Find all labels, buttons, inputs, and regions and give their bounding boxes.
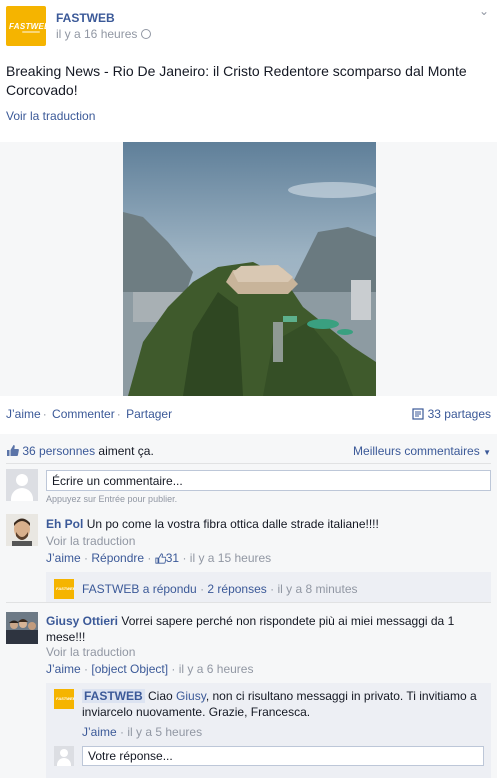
reply-author-link[interactable]: FASTWEB	[82, 689, 145, 703]
likes-summary: 36 personnes aiment ça.	[6, 444, 154, 458]
likes-suffix: aiment ça.	[98, 444, 154, 458]
comment-post-button[interactable]: Commenter	[52, 407, 115, 421]
logo-text: FASTWEB	[9, 22, 46, 31]
thumbs-up-icon	[155, 553, 166, 564]
see-translation-link[interactable]: Voir la traduction	[6, 109, 95, 123]
comment-like-count[interactable]: 31	[155, 551, 179, 565]
comment-input[interactable]	[46, 470, 491, 491]
see-translation-link[interactable]: Voir la traduction	[46, 534, 135, 548]
logo-text-small: FASTWEB	[56, 586, 74, 591]
replies-summary-text: FASTWEB a répondu · 2 réponses · il y a …	[82, 582, 358, 596]
page-name-link[interactable]: FASTWEB	[56, 11, 115, 25]
globe-icon	[141, 29, 152, 39]
divider	[6, 602, 491, 603]
share-icon	[412, 408, 424, 420]
comment-like-button[interactable]: J’aime	[46, 662, 81, 676]
reply-time[interactable]: il y a 5 heures	[127, 725, 202, 739]
share-post-button[interactable]: Partager	[126, 407, 172, 421]
replied-label[interactable]: a répondu	[143, 582, 197, 596]
current-user-avatar-small	[54, 746, 74, 766]
timestamp-text[interactable]: il y a 16 heures	[56, 27, 137, 41]
fastweb-reply-avatar: FASTWEB	[54, 579, 74, 599]
comment-body: Un po come la vostra fibra ottica dalle …	[86, 517, 379, 531]
commenter-avatar[interactable]	[6, 612, 38, 644]
shares-count[interactable]: 33 partages	[428, 407, 491, 421]
like-post-button[interactable]: J’aime	[6, 407, 41, 421]
commenter-name-link[interactable]: Eh Pol	[46, 517, 83, 531]
composer-hint: Appuyez sur Entrée pour publier.	[46, 494, 178, 504]
sort-label[interactable]: Meilleurs commentaires	[353, 444, 480, 458]
reply-like-button[interactable]: J’aime	[82, 725, 117, 739]
commenter-avatar[interactable]	[6, 514, 38, 546]
comment-time[interactable]: il y a 6 heures	[179, 662, 254, 676]
comment-time[interactable]: il y a 15 heures	[190, 551, 271, 565]
facebook-post: FASTWEB FASTWEB il y a 16 heures ⌄ Break…	[0, 0, 497, 778]
post-actions: J’aime · Commenter · Partager	[6, 407, 173, 421]
post-text: Breaking News - Rio De Janeiro: il Crist…	[6, 63, 467, 98]
reply-text: FASTWEB Ciao Giusy, non ci risultano mes…	[82, 688, 482, 720]
comment-sort-dropdown[interactable]: Meilleurs commentaires ▼	[353, 444, 491, 458]
comment-like-button[interactable]: J’aime	[46, 551, 81, 565]
reply-summary-time: il y a 8 minutes	[277, 582, 358, 596]
post-photo[interactable]	[123, 142, 376, 396]
see-translation-link[interactable]: Voir la traduction	[46, 645, 135, 659]
chevron-down-icon[interactable]: ⌄	[479, 4, 489, 18]
like-count-value[interactable]: 31	[166, 551, 179, 565]
commenter-name-link[interactable]: Giusy Ottieri	[46, 614, 118, 628]
comment-text: Giusy Ottieri Vorrei sapere perché non r…	[46, 613, 486, 645]
view-replies-link[interactable]: 2 réponses	[207, 582, 266, 596]
likers-link[interactable]: 36 personnes	[22, 444, 95, 458]
reply-meta: J’aime · il y a 5 heures	[82, 725, 203, 739]
comment-meta: J’aime · Répondre · 31 · il y a 15 heure…	[46, 551, 272, 565]
fastweb-page-avatar[interactable]: FASTWEB	[6, 6, 46, 46]
replies-summary[interactable]: FASTWEB FASTWEB a répondu · 2 réponses ·…	[46, 572, 491, 602]
post-timestamp[interactable]: il y a 16 heures	[56, 27, 152, 41]
reply-input[interactable]	[82, 746, 484, 766]
fastweb-reply-avatar[interactable]: FASTWEB	[54, 689, 74, 709]
logo-text-small: FASTWEB	[56, 696, 74, 701]
comment-reply-button[interactable]: [object Object]	[91, 662, 168, 676]
shares-count-link[interactable]: 33 partages	[412, 407, 491, 421]
thumbs-up-icon	[7, 445, 19, 456]
caret-down-icon: ▼	[483, 448, 491, 457]
replier-name-link[interactable]: FASTWEB	[82, 582, 139, 596]
divider	[6, 463, 491, 464]
comment-text: Eh Pol Un po come la vostra fibra ottica…	[46, 516, 486, 532]
current-user-avatar	[6, 469, 38, 501]
comment-reply-button[interactable]: Répondre	[91, 551, 144, 565]
tagged-user-link[interactable]: Giusy	[176, 689, 206, 703]
reply-body-start: Ciao	[148, 689, 177, 703]
comment-meta: J’aime · [object Object] · il y a 6 heur…	[46, 662, 254, 676]
